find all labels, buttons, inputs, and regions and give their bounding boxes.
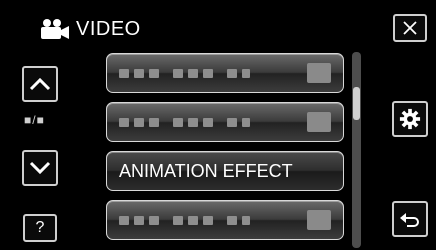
menu-item-2[interactable]: [106, 102, 344, 142]
gear-icon: [399, 108, 421, 130]
menu-item-animation-effect[interactable]: ANIMATION EFFECT: [106, 151, 344, 191]
menu-item-value: [307, 210, 331, 230]
menu-item-label: [119, 201, 250, 239]
back-button[interactable]: [392, 201, 428, 237]
scrollbar-track[interactable]: [352, 52, 361, 248]
menu-item-label: [119, 54, 250, 92]
menu-item-label: [119, 103, 250, 141]
page-indicator: ■/■: [24, 113, 45, 127]
video-camera-icon: [41, 19, 69, 39]
menu-item-label: ANIMATION EFFECT: [119, 160, 293, 181]
menu-item-value: [307, 63, 331, 83]
return-arrow-icon: [400, 213, 419, 227]
help-button[interactable]: ?: [23, 214, 57, 242]
close-icon: [403, 21, 417, 35]
settings-button[interactable]: [392, 101, 428, 137]
menu-item-1[interactable]: [106, 53, 344, 93]
menu-item-4[interactable]: [106, 200, 344, 240]
menu-item-value: [307, 112, 331, 132]
scrollbar-thumb[interactable]: [353, 87, 360, 120]
help-label: ?: [35, 219, 45, 236]
chevron-down-icon: [29, 161, 51, 175]
header: VIDEO: [38, 14, 141, 44]
scroll-up-button[interactable]: [22, 66, 58, 102]
chevron-up-icon: [29, 77, 51, 91]
page-title: VIDEO: [76, 17, 141, 40]
close-button[interactable]: [393, 14, 427, 42]
scroll-down-button[interactable]: [22, 150, 58, 186]
